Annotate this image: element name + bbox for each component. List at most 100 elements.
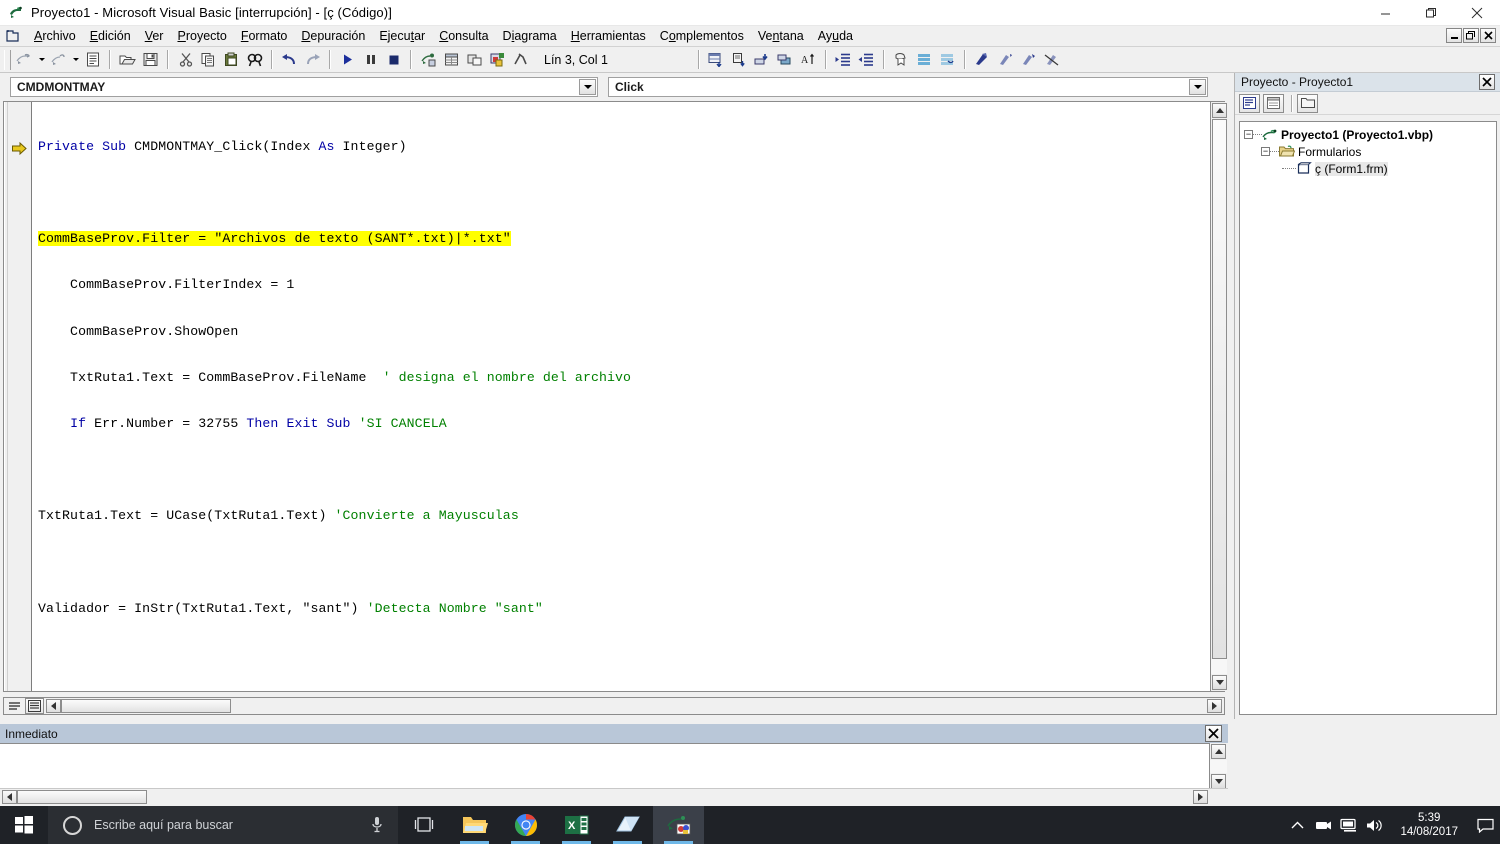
properties-window-icon[interactable] — [440, 49, 463, 71]
show-hidden-icons-icon[interactable] — [1284, 806, 1310, 844]
chevron-down-icon[interactable] — [1189, 79, 1206, 95]
microphone-icon[interactable] — [370, 816, 384, 839]
menu-depuracion[interactable]: Depuración — [294, 27, 372, 46]
code-text[interactable]: Private Sub CMDMONTMAY_Click(Index As In… — [32, 102, 1224, 691]
collapse-toggle[interactable]: − — [1244, 130, 1253, 139]
menu-ayuda[interactable]: Ayuda — [811, 27, 860, 46]
hscroll-thumb[interactable] — [17, 789, 147, 804]
hscroll-right-button[interactable] — [1207, 699, 1222, 713]
scroll-thumb[interactable] — [1212, 119, 1227, 659]
menu-herramientas[interactable]: Herramientas — [564, 27, 653, 46]
code-horizontal-scrollbar[interactable] — [3, 697, 1225, 715]
task-view-icon[interactable] — [398, 806, 449, 844]
object-combo[interactable]: CMDMONTMAY — [10, 77, 598, 97]
menu-consulta[interactable]: Consulta — [432, 27, 495, 46]
break-icon[interactable] — [359, 49, 382, 71]
scroll-track[interactable] — [1211, 659, 1227, 674]
comment-block-icon[interactable] — [913, 49, 936, 71]
collapse-toggle[interactable]: − — [1261, 147, 1270, 156]
scroll-down-button[interactable] — [1211, 774, 1226, 789]
minimize-icon[interactable] — [1362, 0, 1408, 26]
step-into-icon[interactable] — [751, 49, 774, 71]
volume-icon[interactable] — [1362, 806, 1388, 844]
search-input[interactable]: Escribe aquí para buscar — [48, 806, 398, 844]
mdi-close-button[interactable] — [1480, 28, 1496, 43]
windows-start-icon[interactable] — [0, 806, 48, 844]
clear-all-bookmarks-icon[interactable] — [1040, 49, 1063, 71]
mdi-restore-button[interactable] — [1463, 28, 1479, 43]
next-bookmark-icon[interactable] — [971, 49, 994, 71]
data-view-icon[interactable] — [705, 49, 728, 71]
copy-icon[interactable] — [197, 49, 220, 71]
tree-node-project[interactable]: − Proyecto1 (Proyecto1.vbp) — [1242, 126, 1494, 143]
hscroll-left-button[interactable] — [46, 699, 61, 713]
immediate-window-input[interactable] — [0, 743, 1210, 790]
toggle-breakpoint-icon[interactable]: A — [797, 49, 820, 71]
action-center-icon[interactable] — [1470, 806, 1500, 844]
undo-icon[interactable] — [278, 49, 301, 71]
visual-basic-icon[interactable] — [653, 806, 704, 844]
toolbar-grip[interactable] — [4, 49, 11, 70]
project-explorer-icon[interactable] — [417, 49, 440, 71]
close-icon[interactable] — [1479, 74, 1495, 90]
menu-formato[interactable]: Formato — [234, 27, 295, 46]
code-vertical-scrollbar[interactable] — [1210, 102, 1227, 691]
menu-archivo[interactable]: AArchivorchivo — [27, 27, 83, 46]
previous-bookmark-icon[interactable] — [994, 49, 1017, 71]
menu-diagrama[interactable]: Diagrama — [496, 27, 564, 46]
hscroll-track[interactable] — [147, 789, 1193, 805]
uncomment-block-icon[interactable] — [936, 49, 959, 71]
indent-icon[interactable] — [832, 49, 855, 71]
scroll-down-button[interactable] — [1212, 675, 1227, 690]
add-form-dropdown-icon[interactable] — [70, 49, 81, 71]
clear-bookmarks-icon[interactable] — [1017, 49, 1040, 71]
immediate-horizontal-scrollbar[interactable] — [0, 788, 1228, 804]
add-form-icon[interactable] — [47, 49, 70, 71]
project-tree[interactable]: − Proyecto1 (Proyecto1.vbp) − Formulario… — [1239, 121, 1497, 715]
mdi-minimize-button[interactable] — [1446, 28, 1462, 43]
file-explorer-icon[interactable] — [449, 806, 500, 844]
menu-ejecutar[interactable]: Ejecutar — [372, 27, 432, 46]
scroll-track[interactable] — [1210, 760, 1227, 773]
end-icon[interactable] — [382, 49, 405, 71]
google-chrome-icon[interactable] — [500, 806, 551, 844]
find-icon[interactable] — [243, 49, 266, 71]
form-layout-icon[interactable] — [463, 49, 486, 71]
hscroll-track[interactable] — [231, 698, 1207, 714]
scroll-up-button[interactable] — [1211, 744, 1226, 759]
view-object-icon[interactable] — [1263, 93, 1284, 113]
menu-edicion[interactable]: Edición — [83, 27, 138, 46]
taskbar-clock[interactable]: 5:39 14/08/2017 — [1388, 811, 1470, 839]
toolbox-icon[interactable] — [509, 49, 532, 71]
cut-icon[interactable] — [174, 49, 197, 71]
view-code-icon[interactable] — [1239, 93, 1260, 113]
menu-ventana[interactable]: Ventana — [751, 27, 811, 46]
toggle-folders-icon[interactable] — [1297, 93, 1318, 113]
toggle-bookmark-icon[interactable] — [890, 49, 913, 71]
scroll-up-button[interactable] — [1212, 103, 1227, 118]
menu-complementos[interactable]: Complementos — [653, 27, 751, 46]
tree-node-forms-folder[interactable]: − Formularios — [1242, 143, 1494, 160]
object-browser-icon[interactable] — [486, 49, 509, 71]
chevron-down-icon[interactable] — [579, 79, 596, 95]
sticky-notes-icon[interactable] — [602, 806, 653, 844]
visual-component-manager-icon[interactable] — [728, 49, 751, 71]
add-standard-exe-icon[interactable] — [13, 49, 36, 71]
code-gutter[interactable] — [4, 102, 32, 691]
hscroll-right-button[interactable] — [1193, 789, 1208, 804]
menu-editor-icon[interactable] — [81, 49, 104, 71]
hscroll-left-button[interactable] — [2, 789, 17, 804]
menu-ver[interactable]: Ver — [138, 27, 171, 46]
procedure-view-icon[interactable] — [5, 698, 24, 714]
menu-proyecto[interactable]: Proyecto — [170, 27, 233, 46]
redo-icon[interactable] — [301, 49, 324, 71]
hscroll-thumb[interactable] — [61, 699, 231, 713]
network-icon[interactable] — [1336, 806, 1362, 844]
microsoft-excel-icon[interactable]: X — [551, 806, 602, 844]
outdent-icon[interactable] — [855, 49, 878, 71]
full-module-view-icon[interactable] — [25, 698, 44, 714]
usb-device-icon[interactable] — [1310, 806, 1336, 844]
maximize-icon[interactable] — [1408, 0, 1454, 26]
immediate-vertical-scrollbar[interactable] — [1210, 743, 1227, 790]
close-icon[interactable] — [1454, 0, 1500, 26]
